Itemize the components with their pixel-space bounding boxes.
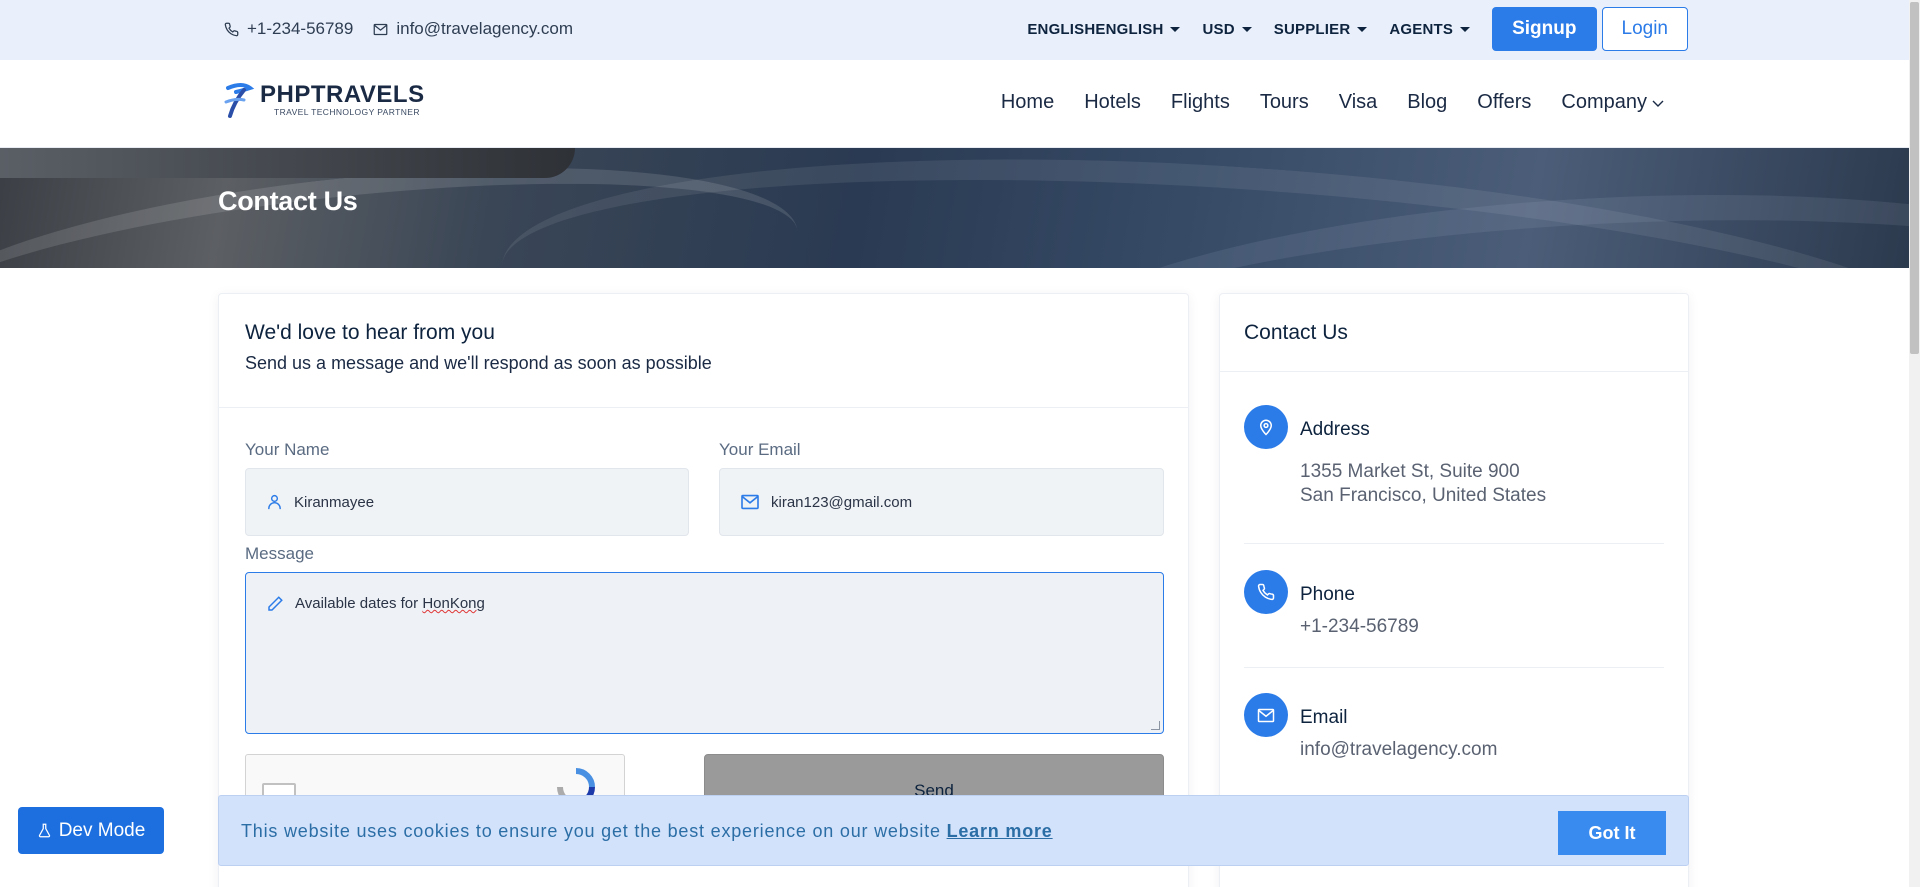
email-label: Your Email <box>719 440 801 459</box>
caret-down-icon <box>1241 26 1252 32</box>
nav-flights[interactable]: Flights <box>1171 91 1230 114</box>
brand-name: PHPTRAVELS <box>260 81 425 108</box>
nav-home[interactable]: Home <box>1001 91 1054 114</box>
phone-title: Phone <box>1300 584 1355 605</box>
learn-more-link[interactable]: Learn more <box>947 821 1053 841</box>
phone-value[interactable]: +1-234-56789 <box>1300 615 1419 639</box>
currency-label: USD <box>1202 20 1235 38</box>
form-subheading: Send us a message and we'll respond as s… <box>245 353 712 373</box>
nav-hotels[interactable]: Hotels <box>1084 91 1141 114</box>
page-scrollbar[interactable] <box>1909 0 1920 887</box>
message-label: Message <box>245 544 314 563</box>
top-contact: +1-234-56789 info@travelagency.com <box>224 19 593 39</box>
supplier-dropdown[interactable]: SUPPLIER <box>1274 21 1368 38</box>
form-header: We'd love to hear from you Send us a mes… <box>219 294 1188 408</box>
pencil-icon <box>268 596 283 611</box>
misspelled-word: HonKong <box>422 595 485 612</box>
info-phone: Phone +1-234-56789 <box>1244 570 1664 640</box>
supplier-label: SUPPLIER <box>1273 20 1351 38</box>
dev-mode-label: Dev Mode <box>58 819 146 841</box>
nav-company[interactable]: Company <box>1561 91 1665 114</box>
caret-down-icon <box>1170 26 1181 32</box>
top-email[interactable]: info@travelagency.com <box>373 19 573 39</box>
email-title: Email <box>1300 707 1348 728</box>
logo[interactable]: PHPTRAVELS TRAVEL TECHNOLOGY PARTNER <box>222 80 425 120</box>
caret-down-icon <box>1460 26 1471 32</box>
cookie-banner: This website uses cookies to ensure you … <box>218 795 1689 866</box>
info-divider <box>1244 543 1664 544</box>
main-navbar: PHPTRAVELS TRAVEL TECHNOLOGY PARTNER Hom… <box>0 60 1909 148</box>
message-text: Available dates for <box>295 595 423 612</box>
map-pin-icon <box>1244 405 1288 449</box>
scrollbar-thumb[interactable] <box>1910 2 1919 354</box>
form-heading: We'd love to hear from you <box>245 321 495 344</box>
brand-tagline: TRAVEL TECHNOLOGY PARTNER <box>274 107 420 117</box>
nav-links: Home Hotels Flights Tours Visa Blog Offe… <box>971 91 1665 114</box>
signup-button[interactable]: Signup <box>1492 7 1597 51</box>
top-actions: ENGLISHENGLISH USD SUPPLIER AGENTS Signu… <box>1027 7 1688 51</box>
mail-icon <box>1244 693 1288 737</box>
name-field[interactable]: Kiranmayee <box>245 468 689 536</box>
info-address: Address 1355 Market St, Suite 900 San Fr… <box>1244 405 1664 506</box>
flask-icon <box>38 823 50 838</box>
cookie-text: This website uses cookies to ensure you … <box>241 821 947 841</box>
name-label: Your Name <box>245 440 330 459</box>
email-field[interactable]: kiran123@gmail.com <box>719 468 1164 536</box>
phone-icon <box>224 22 239 36</box>
agents-dropdown[interactable]: AGENTS <box>1389 20 1471 38</box>
top-phone-text: +1-234-56789 <box>247 19 354 38</box>
nav-tours[interactable]: Tours <box>1260 91 1309 114</box>
nav-company-label: Company <box>1561 91 1647 113</box>
email-value: kiran123@gmail.com <box>771 493 913 511</box>
name-value: Kiranmayee <box>294 493 375 511</box>
caret-down-icon <box>1357 26 1368 32</box>
top-bar: +1-234-56789 info@travelagency.com ENGLI… <box>0 0 1909 60</box>
got-it-button[interactable]: Got It <box>1558 811 1666 855</box>
resize-handle[interactable] <box>1151 721 1160 730</box>
login-button[interactable]: Login <box>1601 7 1688 51</box>
nav-offers[interactable]: Offers <box>1477 91 1531 114</box>
chevron-down-icon <box>1652 100 1664 107</box>
logo-mark-icon <box>224 83 255 118</box>
top-phone[interactable]: +1-234-56789 <box>224 19 353 39</box>
mail-icon <box>373 23 388 35</box>
agents-label: AGENTS <box>1389 20 1454 38</box>
dev-mode-button[interactable]: Dev Mode <box>18 807 164 854</box>
phone-icon <box>1244 570 1288 614</box>
language-label: ENGLISHENGLISH <box>1027 20 1164 38</box>
top-email-text: info@travelagency.com <box>396 19 573 38</box>
language-dropdown[interactable]: ENGLISHENGLISH <box>1027 20 1181 38</box>
info-divider <box>1244 667 1664 668</box>
nav-visa[interactable]: Visa <box>1339 91 1378 114</box>
info-email: Email info@travelagency.com <box>1244 693 1664 763</box>
address-line2: San Francisco, United States <box>1300 485 1547 506</box>
currency-dropdown[interactable]: USD <box>1202 20 1252 38</box>
nav-blog[interactable]: Blog <box>1407 91 1447 114</box>
cookie-message: This website uses cookies to ensure you … <box>241 821 1053 842</box>
email-value[interactable]: info@travelagency.com <box>1300 738 1497 762</box>
mail-icon <box>741 494 759 510</box>
user-icon <box>268 494 281 510</box>
page-banner: Contact Us <box>0 148 1909 268</box>
message-value: Available dates for HonKong <box>295 595 485 612</box>
page-title: Contact Us <box>218 186 358 216</box>
message-textarea[interactable]: Available dates for HonKong <box>245 572 1164 734</box>
info-heading: Contact Us <box>1220 294 1688 372</box>
address-line1: 1355 Market St, Suite 900 <box>1300 461 1520 482</box>
address-title: Address <box>1300 419 1370 440</box>
logo-text: PHPTRAVELS TRAVEL TECHNOLOGY PARTNER <box>260 81 425 118</box>
banner-wing <box>0 148 575 178</box>
